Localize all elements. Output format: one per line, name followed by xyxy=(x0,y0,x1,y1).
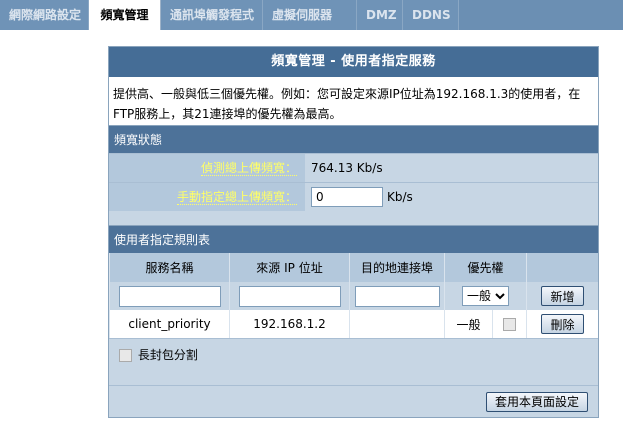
col-priority: 優先權 xyxy=(444,253,527,282)
tab-bandwidth-management[interactable]: 頻寬管理 xyxy=(89,0,161,30)
fragment-label: 長封包分割 xyxy=(137,348,198,362)
service-name-input[interactable] xyxy=(118,285,221,307)
tab-virtual-server[interactable]: 虛擬伺服器 xyxy=(263,0,357,30)
source-ip-input[interactable] xyxy=(238,285,341,307)
bandwidth-panel: 頻寬管理 - 使用者指定服務 提供高、一般與低三個優先權。例如：您可設定來源IP… xyxy=(108,46,599,418)
row-dest-port xyxy=(349,310,445,338)
panel-title: 頻寬管理 - 使用者指定服務 xyxy=(109,47,598,77)
detected-upload-value: 764.13 Kb/s xyxy=(305,154,598,182)
row-source-ip: 192.168.1.2 xyxy=(229,310,350,338)
tab-ddns[interactable]: DDNS xyxy=(403,0,459,30)
tab-bar-filler xyxy=(459,0,623,30)
priority-select[interactable]: 一般 xyxy=(462,286,509,306)
row-priority: 一般 xyxy=(444,310,493,338)
col-dest-port: 目的地連接埠 xyxy=(349,253,445,282)
col-service-name: 服務名稱 xyxy=(109,253,230,282)
tab-internet-settings[interactable]: 網際網路設定 xyxy=(0,0,89,30)
table-row: client_priority 192.168.1.2 一般 刪除 xyxy=(109,310,598,338)
row-select-checkbox[interactable] xyxy=(503,318,516,331)
fragment-row: 長封包分割 xyxy=(109,338,598,370)
tab-port-trigger[interactable]: 通訊埠觸發程式 xyxy=(161,0,263,30)
fragment-checkbox[interactable] xyxy=(119,349,132,362)
bandwidth-status-heading: 頻寬狀態 xyxy=(109,125,598,153)
tab-bar: 網際網路設定 頻寬管理 通訊埠觸發程式 虛擬伺服器 DMZ DDNS xyxy=(0,0,623,30)
rules-heading: 使用者指定規則表 xyxy=(109,225,598,253)
manual-upload-row: 手動指定總上傳頻寬： Kb/s xyxy=(109,182,598,211)
add-button[interactable]: 新增 xyxy=(541,286,584,306)
panel-description: 提供高、一般與低三個優先權。例如：您可設定來源IP位址為192.168.1.3的… xyxy=(109,77,598,125)
manual-upload-input[interactable] xyxy=(311,187,383,207)
dest-port-input[interactable] xyxy=(354,285,440,307)
detected-upload-label: 偵測總上傳頻寬： xyxy=(200,161,297,176)
panel-footer: 套用本頁面設定 xyxy=(109,385,598,417)
delete-button[interactable]: 刪除 xyxy=(541,314,584,334)
tab-dmz[interactable]: DMZ xyxy=(357,0,403,30)
manual-upload-label: 手動指定總上傳頻寬： xyxy=(176,190,297,205)
manual-upload-unit: Kb/s xyxy=(387,190,413,204)
apply-settings-button[interactable]: 套用本頁面設定 xyxy=(485,391,588,412)
col-source-ip: 來源 IP 位址 xyxy=(229,253,350,282)
rules-table: 服務名稱 來源 IP 位址 目的地連接埠 優先權 一般 新增 client_pr… xyxy=(109,253,598,338)
detected-upload-row: 偵測總上傳頻寬： 764.13 Kb/s xyxy=(109,153,598,182)
row-service: client_priority xyxy=(109,310,230,338)
